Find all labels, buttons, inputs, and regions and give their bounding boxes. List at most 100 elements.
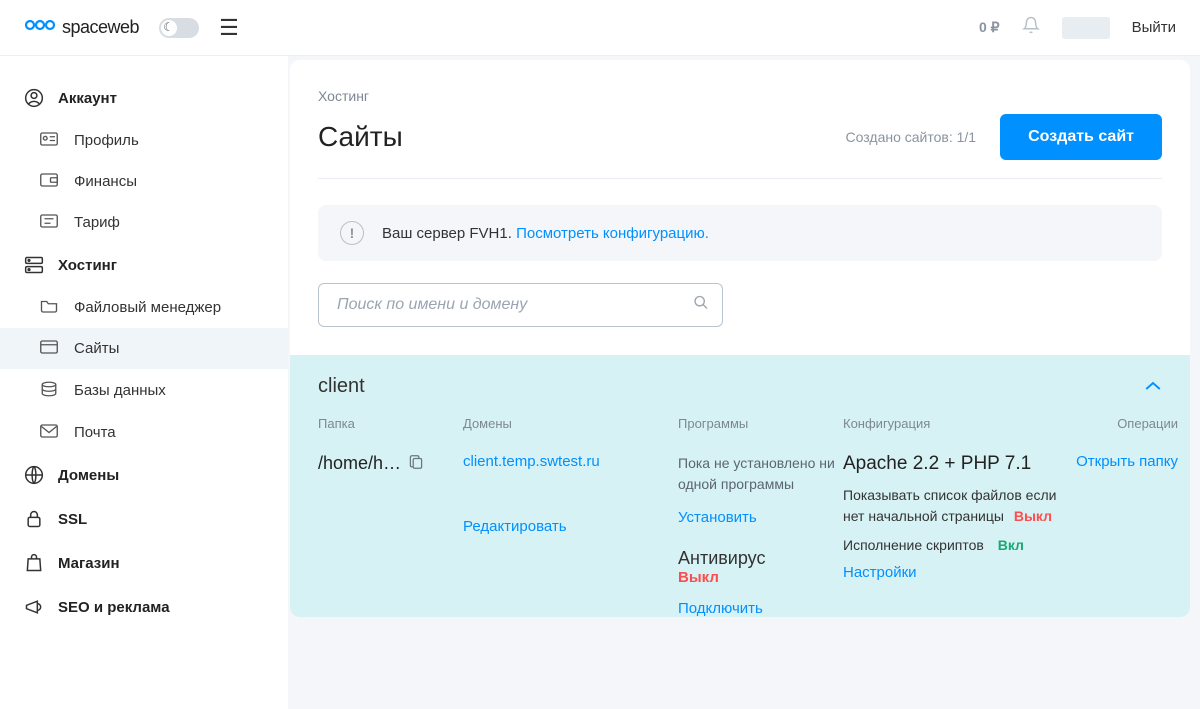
sidebar-group-shop[interactable]: Магазин: [0, 541, 288, 585]
config-cell: Apache 2.2 + PHP 7.1 Показывать список ф…: [843, 453, 1068, 617]
site-panel: client Папка Домены Программы Конфигурац…: [290, 355, 1190, 617]
sidebar-item-label: Профиль: [74, 132, 139, 149]
logo[interactable]: spaceweb: [24, 16, 139, 39]
server-icon: [24, 255, 44, 275]
server-notice: ! Ваш сервер FVH1. Посмотреть конфигурац…: [318, 205, 1162, 261]
tariff-icon: [40, 214, 60, 231]
breadcrumb: Хостинг: [318, 88, 1162, 104]
config-line2-status: Вкл: [998, 537, 1024, 553]
site-header: client: [318, 375, 1162, 398]
logout-link[interactable]: Выйти: [1132, 19, 1176, 36]
folder-path: /home/h…: [318, 453, 401, 474]
config-line1-status: Выкл: [1014, 508, 1052, 524]
sidebar-group-seo[interactable]: SEO и реклама: [0, 585, 288, 629]
sidebar-group-hosting[interactable]: Хостинг: [0, 243, 288, 287]
header-right: 0 ₽ Выйти: [979, 16, 1176, 39]
user-block[interactable]: [1062, 17, 1110, 39]
logo-text: spaceweb: [62, 17, 139, 38]
sidebar-item-label: Базы данных: [74, 382, 166, 399]
create-site-button[interactable]: Создать сайт: [1000, 114, 1162, 160]
col-domains: Домены: [463, 416, 678, 431]
sidebar-item-label: Сайты: [74, 340, 119, 357]
theme-toggle[interactable]: ☾: [159, 18, 199, 38]
sidebar-group-ssl[interactable]: SSL: [0, 497, 288, 541]
col-operations: Операции: [1068, 416, 1178, 431]
antivirus-title: Антивирус: [678, 548, 843, 569]
operations-cell: Открыть папку: [1068, 453, 1178, 617]
antivirus-status: Выкл: [678, 569, 719, 586]
sites-icon: [40, 340, 60, 357]
notice-server: FVH1.: [469, 225, 512, 242]
sidebar-group-account[interactable]: Аккаунт: [0, 76, 288, 120]
page-title: Сайты: [318, 121, 403, 153]
balance[interactable]: 0 ₽: [979, 19, 1000, 36]
sidebar-group-label: Магазин: [58, 555, 120, 572]
folder-icon: [40, 299, 60, 316]
domain-link[interactable]: client.temp.swtest.ru: [463, 453, 600, 470]
settings-link[interactable]: Настройки: [843, 564, 917, 581]
view-config-link[interactable]: Посмотреть конфигурацию.: [516, 225, 709, 242]
site-name: client: [318, 375, 365, 398]
sidebar-item-sites[interactable]: Сайты: [0, 328, 288, 369]
sidebar-item-label: Финансы: [74, 173, 137, 190]
sidebar: Аккаунт Профиль Финансы Тариф Хостинг Фа…: [0, 56, 288, 709]
info-icon: !: [340, 221, 364, 245]
config-line2: Исполнение скриптов Вкл: [843, 535, 1068, 556]
database-icon: [40, 381, 60, 400]
open-folder-link[interactable]: Открыть папку: [1076, 453, 1178, 470]
sidebar-group-label: Хостинг: [58, 257, 117, 274]
search-wrap: [318, 283, 723, 327]
sidebar-item-filemanager[interactable]: Файловый менеджер: [0, 287, 288, 328]
sidebar-group-label: Домены: [58, 467, 119, 484]
sidebar-item-profile[interactable]: Профиль: [0, 120, 288, 161]
search-input[interactable]: [318, 283, 723, 327]
bell-icon[interactable]: [1022, 16, 1040, 39]
bag-icon: [24, 553, 44, 573]
logo-icon: [24, 16, 56, 39]
sidebar-item-label: Тариф: [74, 214, 120, 231]
sidebar-group-label: Аккаунт: [58, 90, 117, 107]
search-icon: [693, 295, 709, 316]
lock-icon: [24, 509, 44, 529]
sidebar-group-domains[interactable]: Домены: [0, 453, 288, 497]
programs-cell: Пока не установлено ни одной программы У…: [678, 453, 843, 617]
main-area: Хостинг Сайты Создано сайтов: 1/1 Создат…: [288, 56, 1200, 709]
sidebar-item-label: Файловый менеджер: [74, 299, 221, 316]
sidebar-item-mail[interactable]: Почта: [0, 412, 288, 453]
col-folder: Папка: [318, 416, 463, 431]
content-card: Хостинг Сайты Создано сайтов: 1/1 Создат…: [290, 60, 1190, 617]
notice-text: Ваш сервер FVH1. Посмотреть конфигурацию…: [382, 225, 709, 242]
title-row: Сайты Создано сайтов: 1/1 Создать сайт: [318, 114, 1162, 160]
programs-none: Пока не установлено ни одной программы: [678, 453, 843, 495]
sidebar-group-label: SSL: [58, 511, 87, 528]
edit-domain-link[interactable]: Редактировать: [463, 518, 567, 535]
column-headers: Папка Домены Программы Конфигурация Опер…: [318, 416, 1162, 453]
wallet-icon: [40, 173, 60, 190]
notice-prefix: Ваш сервер: [382, 225, 469, 242]
sidebar-item-finance[interactable]: Финансы: [0, 161, 288, 202]
config-line2-text: Исполнение скриптов: [843, 537, 984, 553]
copy-icon[interactable]: [409, 454, 423, 473]
config-line1: Показывать список файлов если нет началь…: [843, 485, 1068, 527]
folder-cell: /home/h…: [318, 453, 463, 617]
sidebar-group-label: SEO и реклама: [58, 599, 170, 616]
megaphone-icon: [24, 597, 44, 617]
site-row: /home/h… client.temp.swtest.ru Редактиро…: [318, 453, 1162, 617]
config-title: Apache 2.2 + PHP 7.1: [843, 453, 1068, 475]
col-configuration: Конфигурация: [843, 416, 1068, 431]
divider: [318, 178, 1162, 179]
globe-icon: [24, 465, 44, 485]
menu-icon[interactable]: ☰: [219, 15, 239, 41]
user-icon: [24, 88, 44, 108]
mail-icon: [40, 424, 60, 441]
domains-cell: client.temp.swtest.ru Редактировать: [463, 453, 678, 617]
sidebar-item-databases[interactable]: Базы данных: [0, 369, 288, 412]
connect-link[interactable]: Подключить: [678, 600, 763, 617]
sidebar-item-tariff[interactable]: Тариф: [0, 202, 288, 243]
sites-count: Создано сайтов: 1/1: [846, 129, 977, 145]
chevron-up-icon[interactable]: [1144, 375, 1162, 398]
col-programs: Программы: [678, 416, 843, 431]
install-link[interactable]: Установить: [678, 509, 757, 526]
app-header: spaceweb ☾ ☰ 0 ₽ Выйти: [0, 0, 1200, 56]
sidebar-item-label: Почта: [74, 424, 116, 441]
